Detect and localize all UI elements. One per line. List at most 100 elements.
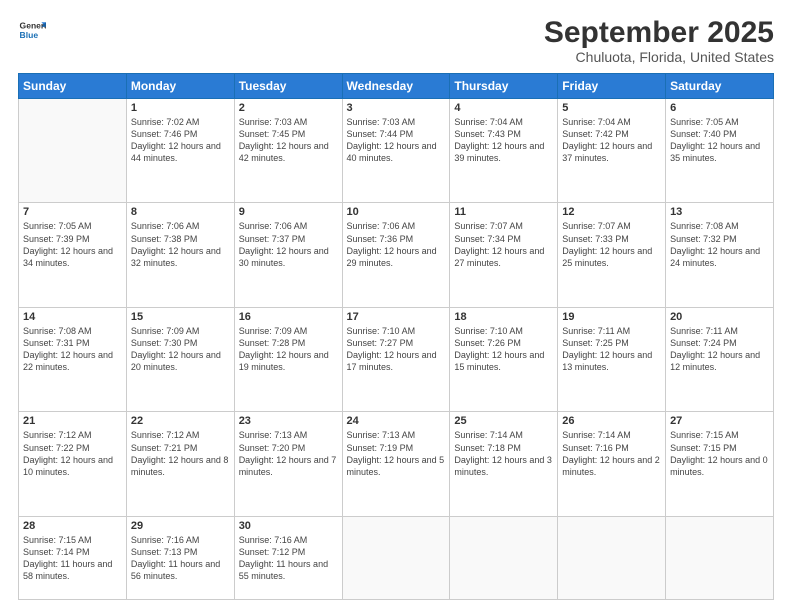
calendar-day-cell: 23 Sunrise: 7:13 AMSunset: 7:20 PMDayligh… xyxy=(234,412,342,516)
day-info: Sunrise: 7:02 AMSunset: 7:46 PMDaylight:… xyxy=(131,116,230,165)
weekday-header-thursday: Thursday xyxy=(450,74,558,99)
day-number: 26 xyxy=(562,415,661,427)
empty-cell xyxy=(558,516,666,599)
calendar-week-row: 28 Sunrise: 7:15 AMSunset: 7:14 PMDayligh… xyxy=(19,516,774,599)
day-number: 16 xyxy=(239,311,338,323)
day-number: 7 xyxy=(23,206,122,218)
calendar-day-cell: 25Sunrise: 7:14 AMSunset: 7:18 PMDayligh… xyxy=(450,412,558,516)
day-info: Sunrise: 7:10 AMSunset: 7:27 PMDaylight:… xyxy=(347,325,446,374)
day-info: Sunrise: 7:11 AMSunset: 7:25 PMDaylight:… xyxy=(562,325,661,374)
calendar-day-cell: 10 Sunrise: 7:06 AMSunset: 7:36 PMDayligh… xyxy=(342,203,450,307)
calendar-day-cell: 17Sunrise: 7:10 AMSunset: 7:27 PMDayligh… xyxy=(342,307,450,411)
header: General Blue September 2025 Chuluota, Fl… xyxy=(18,16,774,65)
day-info: Sunrise: 7:13 AMSunset: 7:20 PMDaylight:… xyxy=(239,429,338,478)
calendar-day-cell: 26 Sunrise: 7:14 AMSunset: 7:16 PMDayligh… xyxy=(558,412,666,516)
calendar-day-cell: 29Sunrise: 7:16 AMSunset: 7:13 PMDayligh… xyxy=(126,516,234,599)
day-number: 21 xyxy=(23,415,122,427)
empty-cell xyxy=(450,516,558,599)
calendar-day-cell: 27 Sunrise: 7:15 AMSunset: 7:15 PMDayligh… xyxy=(666,412,774,516)
calendar-day-cell: 13 Sunrise: 7:08 AMSunset: 7:32 PMDayligh… xyxy=(666,203,774,307)
svg-text:General: General xyxy=(20,20,46,30)
day-number: 13 xyxy=(670,206,769,218)
day-info: Sunrise: 7:03 AMSunset: 7:45 PMDaylight:… xyxy=(239,116,338,165)
day-number: 9 xyxy=(239,206,338,218)
page: General Blue September 2025 Chuluota, Fl… xyxy=(0,0,792,612)
day-number: 23 xyxy=(239,415,338,427)
day-info: Sunrise: 7:09 AMSunset: 7:30 PMDaylight:… xyxy=(131,325,230,374)
logo-icon: General Blue xyxy=(18,16,46,44)
day-info: Sunrise: 7:05 AMSunset: 7:39 PMDaylight:… xyxy=(23,220,122,269)
calendar-day-cell: 22Sunrise: 7:12 AMSunset: 7:21 PMDayligh… xyxy=(126,412,234,516)
calendar-day-cell: 3 Sunrise: 7:03 AMSunset: 7:44 PMDaylight… xyxy=(342,99,450,203)
logo: General Blue xyxy=(18,16,46,44)
day-number: 3 xyxy=(347,102,446,114)
day-number: 20 xyxy=(670,311,769,323)
calendar-week-row: 14 Sunrise: 7:08 AMSunset: 7:31 PMDayligh… xyxy=(19,307,774,411)
weekday-header-tuesday: Tuesday xyxy=(234,74,342,99)
calendar-day-cell: 24 Sunrise: 7:13 AMSunset: 7:19 PMDayligh… xyxy=(342,412,450,516)
day-number: 15 xyxy=(131,311,230,323)
calendar-day-cell: 12Sunrise: 7:07 AMSunset: 7:33 PMDayligh… xyxy=(558,203,666,307)
calendar-day-cell: 11Sunrise: 7:07 AMSunset: 7:34 PMDayligh… xyxy=(450,203,558,307)
day-number: 24 xyxy=(347,415,446,427)
day-number: 4 xyxy=(454,102,553,114)
calendar-day-cell: 19 Sunrise: 7:11 AMSunset: 7:25 PMDayligh… xyxy=(558,307,666,411)
calendar-day-cell: 16 Sunrise: 7:09 AMSunset: 7:28 PMDayligh… xyxy=(234,307,342,411)
calendar-day-cell: 8Sunrise: 7:06 AMSunset: 7:38 PMDaylight… xyxy=(126,203,234,307)
day-info: Sunrise: 7:10 AMSunset: 7:26 PMDaylight:… xyxy=(454,325,553,374)
calendar-day-cell: 30 Sunrise: 7:16 AMSunset: 7:12 PMDayligh… xyxy=(234,516,342,599)
day-info: Sunrise: 7:04 AMSunset: 7:42 PMDaylight:… xyxy=(562,116,661,165)
day-number: 10 xyxy=(347,206,446,218)
day-info: Sunrise: 7:06 AMSunset: 7:37 PMDaylight:… xyxy=(239,220,338,269)
weekday-header-monday: Monday xyxy=(126,74,234,99)
day-info: Sunrise: 7:08 AMSunset: 7:32 PMDaylight:… xyxy=(670,220,769,269)
day-number: 28 xyxy=(23,520,122,532)
day-info: Sunrise: 7:12 AMSunset: 7:22 PMDaylight:… xyxy=(23,429,122,478)
day-info: Sunrise: 7:15 AMSunset: 7:14 PMDaylight:… xyxy=(23,534,122,583)
day-info: Sunrise: 7:06 AMSunset: 7:36 PMDaylight:… xyxy=(347,220,446,269)
day-number: 30 xyxy=(239,520,338,532)
day-info: Sunrise: 7:16 AMSunset: 7:12 PMDaylight:… xyxy=(239,534,338,583)
day-number: 8 xyxy=(131,206,230,218)
calendar-day-cell: 21 Sunrise: 7:12 AMSunset: 7:22 PMDayligh… xyxy=(19,412,127,516)
month-title: September 2025 xyxy=(544,16,774,49)
day-number: 25 xyxy=(454,415,553,427)
empty-cell xyxy=(666,516,774,599)
calendar-day-cell: 5Sunrise: 7:04 AMSunset: 7:42 PMDaylight… xyxy=(558,99,666,203)
calendar-day-cell: 4 Sunrise: 7:04 AMSunset: 7:43 PMDaylight… xyxy=(450,99,558,203)
day-info: Sunrise: 7:07 AMSunset: 7:33 PMDaylight:… xyxy=(562,220,661,269)
day-number: 6 xyxy=(670,102,769,114)
calendar-day-cell: 2Sunrise: 7:03 AMSunset: 7:45 PMDaylight… xyxy=(234,99,342,203)
day-info: Sunrise: 7:12 AMSunset: 7:21 PMDaylight:… xyxy=(131,429,230,478)
day-info: Sunrise: 7:09 AMSunset: 7:28 PMDaylight:… xyxy=(239,325,338,374)
day-number: 19 xyxy=(562,311,661,323)
title-block: September 2025 Chuluota, Florida, United… xyxy=(544,16,774,65)
day-info: Sunrise: 7:15 AMSunset: 7:15 PMDaylight:… xyxy=(670,429,769,478)
empty-cell xyxy=(19,99,127,203)
calendar-day-cell: 20Sunrise: 7:11 AMSunset: 7:24 PMDayligh… xyxy=(666,307,774,411)
weekday-header-row: SundayMondayTuesdayWednesdayThursdayFrid… xyxy=(19,74,774,99)
day-info: Sunrise: 7:13 AMSunset: 7:19 PMDaylight:… xyxy=(347,429,446,478)
calendar-day-cell: 14 Sunrise: 7:08 AMSunset: 7:31 PMDayligh… xyxy=(19,307,127,411)
calendar-day-cell: 28 Sunrise: 7:15 AMSunset: 7:14 PMDayligh… xyxy=(19,516,127,599)
day-number: 27 xyxy=(670,415,769,427)
calendar-table: SundayMondayTuesdayWednesdayThursdayFrid… xyxy=(18,73,774,600)
day-number: 1 xyxy=(131,102,230,114)
day-info: Sunrise: 7:03 AMSunset: 7:44 PMDaylight:… xyxy=(347,116,446,165)
day-number: 18 xyxy=(454,311,553,323)
day-number: 11 xyxy=(454,206,553,218)
empty-cell xyxy=(342,516,450,599)
calendar-day-cell: 9 Sunrise: 7:06 AMSunset: 7:37 PMDaylight… xyxy=(234,203,342,307)
day-number: 29 xyxy=(131,520,230,532)
svg-text:Blue: Blue xyxy=(20,30,39,40)
day-number: 14 xyxy=(23,311,122,323)
location-title: Chuluota, Florida, United States xyxy=(544,49,774,65)
day-info: Sunrise: 7:08 AMSunset: 7:31 PMDaylight:… xyxy=(23,325,122,374)
weekday-header-wednesday: Wednesday xyxy=(342,74,450,99)
day-info: Sunrise: 7:14 AMSunset: 7:16 PMDaylight:… xyxy=(562,429,661,478)
calendar-day-cell: 7 Sunrise: 7:05 AMSunset: 7:39 PMDaylight… xyxy=(19,203,127,307)
day-info: Sunrise: 7:04 AMSunset: 7:43 PMDaylight:… xyxy=(454,116,553,165)
calendar-day-cell: 15 Sunrise: 7:09 AMSunset: 7:30 PMDayligh… xyxy=(126,307,234,411)
calendar-week-row: 21 Sunrise: 7:12 AMSunset: 7:22 PMDayligh… xyxy=(19,412,774,516)
calendar-day-cell: 1 Sunrise: 7:02 AMSunset: 7:46 PMDaylight… xyxy=(126,99,234,203)
